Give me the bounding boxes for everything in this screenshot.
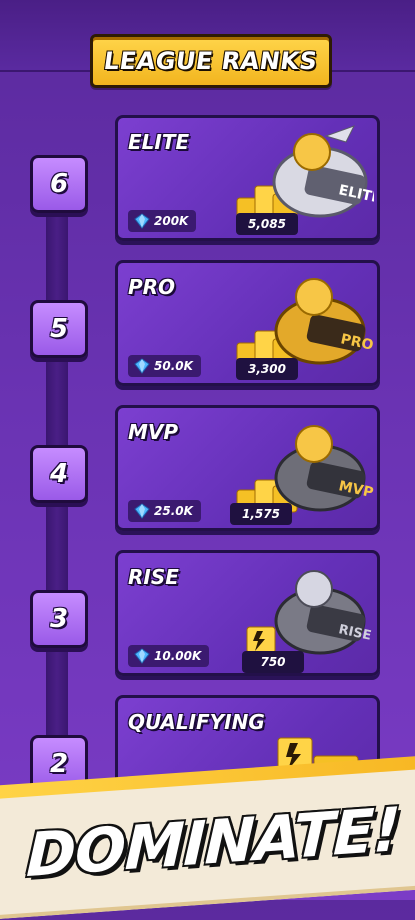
rank-card-mvp[interactable]: MVP 25.0K MVP 1,575 [115,405,380,531]
coin-reward: 1,575 [230,503,292,525]
rank-number: 5 [49,314,69,344]
gem-requirement: 10.00K [128,645,210,667]
coin-reward: 750 [242,651,304,673]
gem-icon [134,213,150,229]
gem-icon [134,648,150,664]
rank-name: MVP [128,420,179,444]
coin-reward: 3,300 [236,358,298,380]
gem-requirement: 25.0K [128,500,201,522]
league-ranks-banner: LEAGUE RANKS [90,34,332,88]
coin-amount: 5,085 [248,217,286,231]
rank-name: PRO [128,275,176,299]
rank-name: QUALIFYING [128,710,265,734]
rank-badge-4: 4 [30,445,88,503]
rank-badge-5: 5 [30,300,88,358]
rank-number: 4 [49,459,69,489]
coin-amount: 3,300 [248,362,286,376]
rank-badge-6: 6 [30,155,88,213]
gem-icon [134,358,150,374]
championship-ring-icon: PRO [274,278,374,365]
rank-card-pro[interactable]: PRO 50.0K PRO 3,300 [115,260,380,386]
championship-ring-icon: MVP [274,425,374,512]
gem-requirement: 200K [128,210,197,232]
championship-ring-icon: RISE [274,570,373,655]
rank-card-rise[interactable]: RISE 10.00K RISE 750 [115,550,380,676]
rank-card-elite[interactable]: ELITE 200K ELITE 5,085 [115,115,380,241]
rank-name: RISE [128,565,179,589]
gem-amount: 10.00K [154,649,202,663]
rank-name: ELITE [128,130,190,154]
gem-icon [134,503,150,519]
rank-badge-3: 3 [30,590,88,648]
page-title: LEAGUE RANKS [102,47,320,75]
gem-amount: 200K [154,214,189,228]
coin-amount: 750 [260,655,286,669]
gem-amount: 25.0K [154,504,193,518]
rank-number: 3 [49,604,69,634]
gem-amount: 50.0K [154,359,193,373]
coin-reward: 5,085 [236,213,298,235]
coin-amount: 1,575 [242,507,280,521]
rank-number: 2 [49,749,69,779]
gem-requirement: 50.0K [128,355,201,377]
championship-ring-icon: ELITE [272,125,374,218]
rank-number: 6 [49,169,69,199]
